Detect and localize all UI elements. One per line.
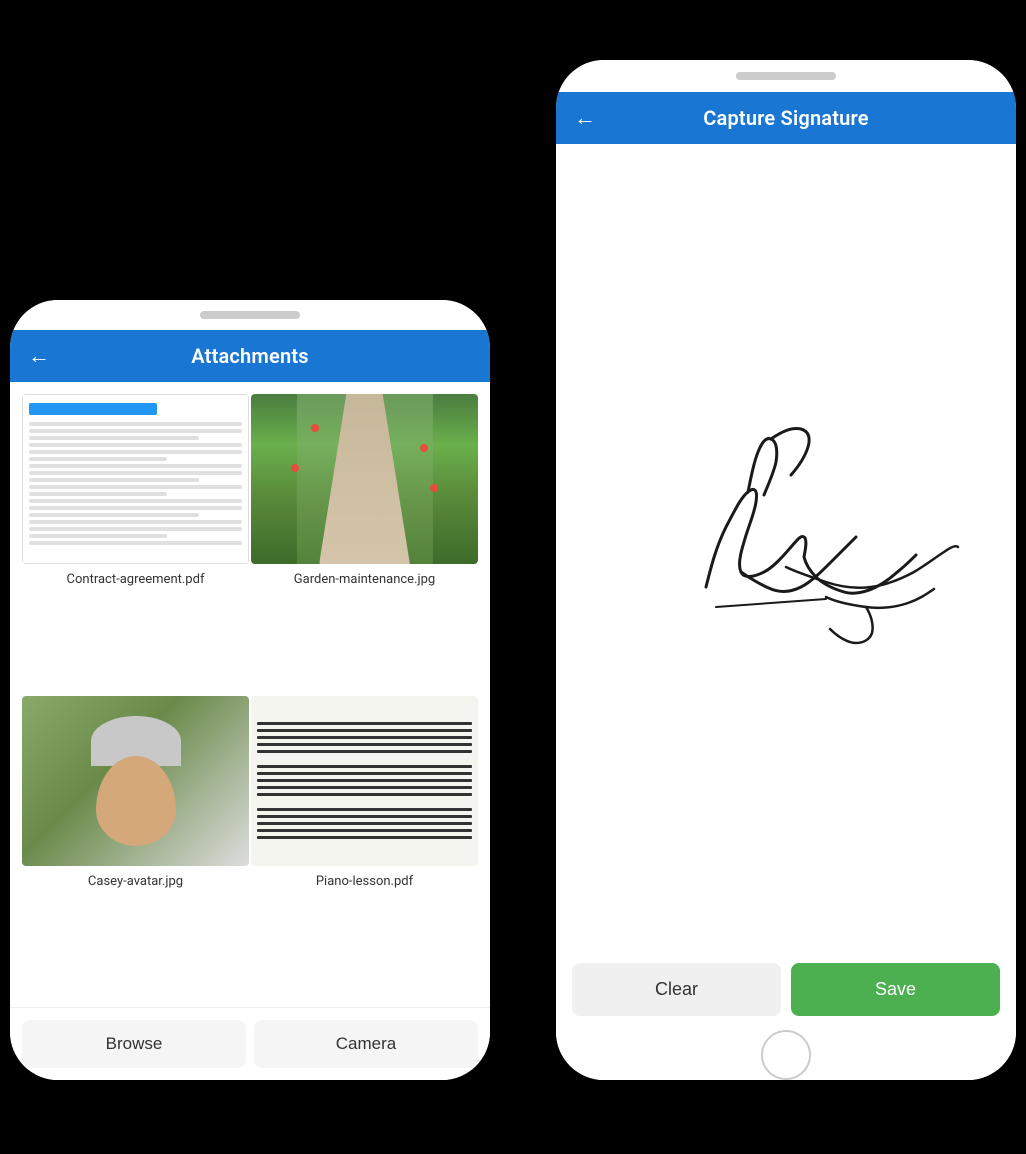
attachment-thumb-contract bbox=[22, 394, 249, 564]
camera-button[interactable]: Camera bbox=[254, 1020, 478, 1068]
music-line bbox=[257, 722, 472, 725]
phones-container: ← Attachments bbox=[0, 0, 1026, 1154]
music-line bbox=[257, 750, 472, 753]
notch-bar-right bbox=[556, 60, 1016, 92]
doc-line bbox=[29, 478, 199, 482]
back-arrow-left[interactable]: ← bbox=[28, 343, 50, 369]
doc-line bbox=[29, 506, 242, 510]
music-staff bbox=[257, 808, 472, 839]
music-line bbox=[257, 743, 472, 746]
music-line bbox=[257, 808, 472, 811]
clear-button[interactable]: Clear bbox=[572, 963, 781, 1016]
attachments-title: Attachments bbox=[191, 344, 308, 368]
doc-header-bar bbox=[29, 403, 157, 415]
attachment-name-garden: Garden-maintenance.jpg bbox=[294, 572, 435, 587]
attachment-item-piano[interactable]: Piano-lesson.pdf bbox=[251, 696, 478, 996]
music-line bbox=[257, 729, 472, 732]
avatar-image bbox=[22, 696, 249, 866]
signature-drawing bbox=[579, 407, 993, 687]
signature-header: ← Capture Signature bbox=[556, 92, 1016, 144]
flower bbox=[291, 464, 299, 472]
music-image bbox=[251, 696, 478, 866]
home-dot bbox=[761, 1030, 811, 1080]
music-staff bbox=[257, 722, 472, 753]
doc-line bbox=[29, 485, 242, 489]
notch-left bbox=[200, 311, 300, 319]
attachment-thumb-piano bbox=[251, 696, 478, 866]
doc-line bbox=[29, 492, 167, 496]
doc-line bbox=[29, 527, 242, 531]
attachment-item-avatar[interactable]: Casey-avatar.jpg bbox=[22, 696, 249, 996]
bottom-buttons: Browse Camera bbox=[10, 1007, 490, 1080]
signature-area[interactable] bbox=[556, 144, 1016, 949]
garden-image bbox=[251, 394, 478, 564]
garden-path bbox=[319, 394, 410, 564]
doc-line bbox=[29, 450, 242, 454]
doc-line bbox=[29, 457, 167, 461]
doc-line bbox=[29, 513, 199, 517]
music-line bbox=[257, 836, 472, 839]
music-line bbox=[257, 793, 472, 796]
phone-attachments: ← Attachments bbox=[10, 300, 490, 1080]
notch-bar-left bbox=[10, 300, 490, 330]
music-staff bbox=[257, 765, 472, 796]
back-arrow-right[interactable]: ← bbox=[574, 105, 596, 131]
doc-line bbox=[29, 422, 242, 426]
flower bbox=[420, 444, 428, 452]
attachment-item-garden[interactable]: Garden-maintenance.jpg bbox=[251, 394, 478, 694]
doc-line bbox=[29, 471, 242, 475]
music-line bbox=[257, 786, 472, 789]
signature-title: Capture Signature bbox=[703, 106, 868, 130]
browse-button[interactable]: Browse bbox=[22, 1020, 246, 1068]
doc-line bbox=[29, 499, 242, 503]
music-line bbox=[257, 822, 472, 825]
save-button[interactable]: Save bbox=[791, 963, 1000, 1016]
attachment-thumb-garden bbox=[251, 394, 478, 564]
flower bbox=[430, 484, 438, 492]
flower bbox=[311, 424, 319, 432]
music-line bbox=[257, 829, 472, 832]
attachments-grid: Contract-agreement.pdf Garden-maintenanc… bbox=[10, 382, 490, 1007]
doc-line bbox=[29, 464, 242, 468]
attachment-name-avatar: Casey-avatar.jpg bbox=[88, 874, 183, 889]
attachment-thumb-avatar bbox=[22, 696, 249, 866]
avatar-face bbox=[96, 756, 176, 846]
doc-preview bbox=[22, 394, 249, 564]
doc-line bbox=[29, 520, 242, 524]
music-line bbox=[257, 779, 472, 782]
attachment-name-piano: Piano-lesson.pdf bbox=[316, 874, 413, 889]
music-line bbox=[257, 772, 472, 775]
music-line bbox=[257, 765, 472, 768]
signature-buttons: Clear Save bbox=[556, 949, 1016, 1030]
home-indicator-right bbox=[556, 1030, 1016, 1080]
doc-line bbox=[29, 429, 242, 433]
music-line bbox=[257, 736, 472, 739]
doc-line bbox=[29, 436, 199, 440]
music-line bbox=[257, 815, 472, 818]
attachment-item-contract[interactable]: Contract-agreement.pdf bbox=[22, 394, 249, 694]
notch-right bbox=[736, 72, 836, 80]
doc-line bbox=[29, 443, 242, 447]
doc-line bbox=[29, 534, 167, 538]
phone-signature: ← Capture Signature Clear Save bbox=[556, 60, 1016, 1080]
doc-line bbox=[29, 541, 242, 545]
attachment-name-contract: Contract-agreement.pdf bbox=[67, 572, 205, 587]
attachments-header: ← Attachments bbox=[10, 330, 490, 382]
